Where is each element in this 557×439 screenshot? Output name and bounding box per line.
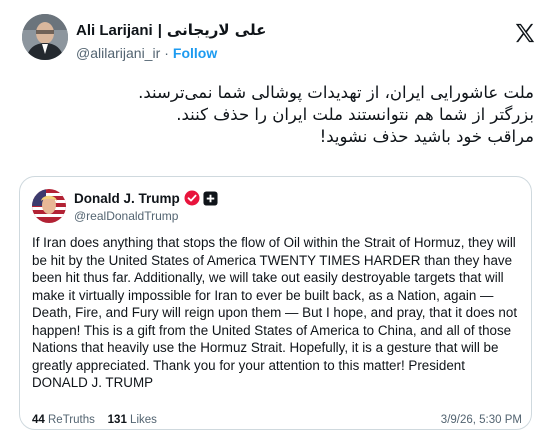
retruths-count: 44	[32, 414, 45, 426]
author-handle-row: @alilarijani_ir · Follow	[76, 45, 217, 61]
quoted-post-body: If Iran does anything that stops the flo…	[32, 235, 518, 390]
name-separator: |	[157, 21, 162, 39]
quoted-author-name-row: Donald J. Trump	[74, 190, 218, 206]
post-text: ملت عاشورایی ایران، از تهدیدات پوشالی شم…	[60, 82, 534, 148]
likes-label[interactable]: Likes	[130, 414, 157, 426]
x-logo-icon[interactable]	[514, 22, 536, 44]
quoted-author-name[interactable]: Donald J. Trump	[74, 191, 180, 206]
quoted-post-stats: 44 ReTruths 131 Likes	[32, 414, 157, 426]
verified-badge-icon	[184, 190, 200, 206]
post-header: Ali Larijani | علی لاریجانی @alilarijani…	[22, 14, 542, 70]
retruths-label[interactable]: ReTruths	[48, 414, 95, 426]
author-handle[interactable]: @alilarijani_ir	[76, 45, 160, 61]
quoted-author-handle[interactable]: @realDonaldTrump	[74, 209, 178, 223]
author-avatar[interactable]	[22, 14, 68, 60]
post-text-line: بزرگتر از شما هم نتوانستند ملت ایران را …	[176, 105, 534, 124]
author-name[interactable]: Ali Larijani	[76, 22, 153, 39]
quoted-post-timestamp[interactable]: 3/9/26, 5:30 PM	[441, 414, 522, 426]
quoted-post[interactable]: Donald J. Trump @realDonaldTrump If Iran…	[19, 176, 532, 430]
likes-count: 131	[107, 414, 127, 426]
plus-badge-icon	[203, 190, 218, 206]
author-name-fa[interactable]: علی لاریجانی	[167, 21, 266, 39]
post-text-line: مراقب خود باشید حذف نشوید!	[319, 127, 534, 146]
separator-dot: ·	[164, 45, 169, 61]
post-text-line: ملت عاشورایی ایران، از تهدیدات پوشالی شم…	[138, 83, 534, 102]
follow-button[interactable]: Follow	[173, 45, 217, 61]
quoted-author-avatar[interactable]	[32, 189, 66, 223]
author-name-row: Ali Larijani | علی لاریجانی	[76, 21, 266, 39]
